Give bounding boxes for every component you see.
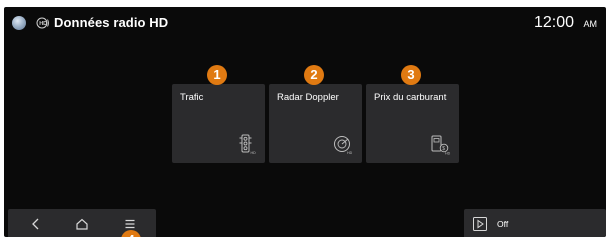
tile-label: Trafic (180, 92, 204, 103)
callout-marker-2: 2 (304, 65, 324, 85)
callout-marker-3: 3 (401, 65, 421, 85)
hd-radio-icon: HD (36, 17, 49, 29)
tile-prix-du-carburant[interactable]: Prix du carburant $ HD (366, 84, 459, 163)
tile-radar-doppler[interactable]: Radar Doppler HD (269, 84, 362, 163)
status-bar: HD Données radio HD 12:00 AM (4, 7, 606, 37)
svg-text:HD: HD (39, 21, 47, 27)
page-title: Données radio HD (54, 15, 169, 30)
clock-ampm: AM (583, 19, 598, 29)
svg-text:HD: HD (347, 151, 353, 155)
callout-marker-1: 1 (207, 65, 227, 85)
fuel-price-icon: $ HD (431, 135, 451, 156)
svg-text:HD: HD (251, 151, 257, 155)
tile-label: Radar Doppler (277, 92, 339, 103)
play-icon[interactable] (472, 216, 488, 232)
back-icon[interactable] (28, 216, 44, 232)
radar-icon: HD (334, 136, 353, 155)
tile-label: Prix du carburant (374, 92, 447, 103)
clock: 12:00 (533, 14, 574, 31)
svg-text:HD: HD (445, 152, 451, 156)
media-status: Off (497, 219, 509, 229)
head-unit-screen: HD Données radio HD 12:00 AM Trafic HD 1… (4, 7, 606, 237)
media-bar[interactable]: Off (464, 209, 606, 237)
tile-trafic[interactable]: Trafic HD (172, 84, 265, 163)
traffic-light-icon: HD (239, 134, 257, 155)
home-icon[interactable] (74, 216, 90, 232)
hd-radio-app-icon (12, 16, 26, 30)
